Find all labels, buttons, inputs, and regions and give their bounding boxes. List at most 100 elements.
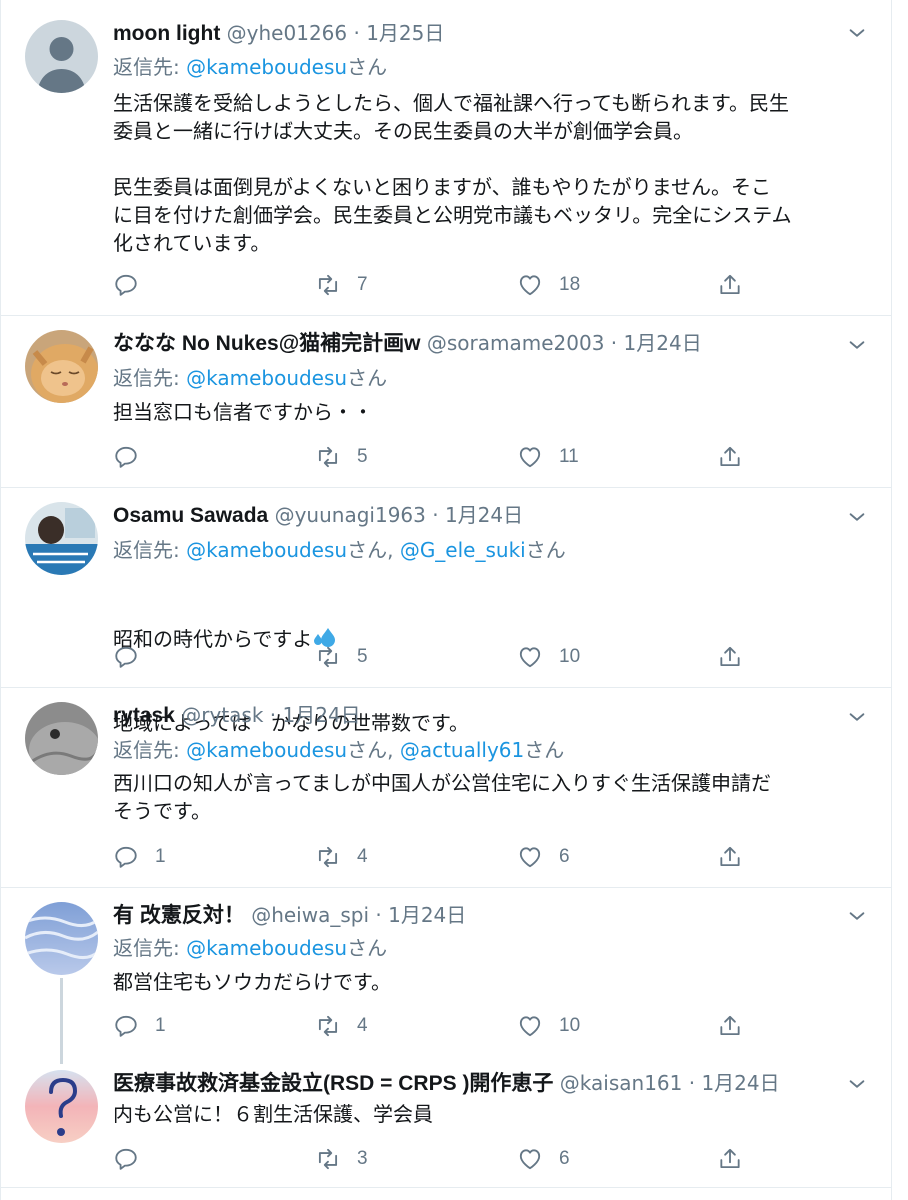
- user-handle[interactable]: @yuunagi1963: [275, 503, 426, 527]
- tweet-date[interactable]: 1月24日: [283, 703, 361, 727]
- share-button[interactable]: [717, 842, 743, 872]
- share-icon: [717, 844, 743, 870]
- avatar[interactable]: [25, 702, 98, 775]
- retweet-button[interactable]: 7: [315, 270, 368, 300]
- tweet-date[interactable]: 1月24日: [445, 503, 523, 527]
- like-icon: [517, 272, 543, 298]
- photo-avatar-image: [25, 702, 98, 775]
- user-handle[interactable]: @soramame2003: [427, 331, 605, 355]
- tweet[interactable]: rytask @rytask · 1月24日 返信先: @kameboudesu…: [1, 688, 892, 888]
- tweet[interactable]: 医療事故救済基金設立(RSD = CRPS )開作恵子 @kaisan161 ·…: [1, 1058, 892, 1188]
- share-button[interactable]: [717, 1144, 743, 1174]
- chevron-down-icon[interactable]: [846, 506, 868, 528]
- sky-avatar-image: [25, 902, 98, 975]
- like-icon: [517, 644, 543, 670]
- like-icon: [517, 1013, 543, 1039]
- avatar[interactable]: [25, 902, 98, 975]
- avatar[interactable]: [25, 330, 98, 403]
- retweet-icon: [315, 644, 341, 670]
- tweet-date[interactable]: 1月24日: [624, 331, 702, 355]
- user-handle[interactable]: @kaisan161: [560, 1071, 683, 1095]
- share-icon: [717, 1146, 743, 1172]
- like-icon: [517, 444, 543, 470]
- default-avatar-icon: [25, 20, 98, 93]
- share-button[interactable]: [717, 442, 743, 472]
- display-name[interactable]: 医療事故救済基金設立(RSD = CRPS )開作恵子: [113, 1072, 553, 1095]
- like-button[interactable]: 10: [517, 1011, 580, 1041]
- display-name[interactable]: rytask: [113, 704, 175, 727]
- reply-to-label: 返信先:: [113, 538, 187, 562]
- tweet-date[interactable]: 1月24日: [701, 1071, 779, 1095]
- share-button[interactable]: [717, 270, 743, 300]
- reply-icon: [113, 844, 139, 870]
- reply-button[interactable]: [113, 1144, 155, 1174]
- reply-to-line: 返信先: @kameboudesuさん, @actually61さん: [113, 735, 564, 765]
- share-button[interactable]: [717, 1011, 743, 1041]
- tweet-date[interactable]: 1月24日: [388, 903, 466, 927]
- retweet-count: 5: [357, 646, 368, 667]
- reply-icon: [113, 1146, 139, 1172]
- reply-count: 1: [155, 1015, 166, 1036]
- tweet[interactable]: ななな No Nukes@猫補完計画w @soramame2003 · 1月24…: [1, 316, 892, 488]
- separator-dot: ·: [263, 703, 283, 727]
- like-button[interactable]: 11: [517, 442, 579, 472]
- reply-button[interactable]: 1: [113, 1011, 166, 1041]
- chevron-down-icon[interactable]: [846, 1073, 868, 1095]
- share-button[interactable]: [717, 642, 743, 672]
- like-count: 10: [559, 646, 581, 667]
- display-name[interactable]: moon light: [113, 22, 220, 45]
- mention-link[interactable]: @actually61: [400, 738, 524, 762]
- avatar[interactable]: [25, 502, 98, 575]
- retweet-button[interactable]: 4: [315, 1011, 368, 1041]
- like-button[interactable]: 6: [517, 842, 570, 872]
- display-name[interactable]: ななな No Nukes@猫補完計画w: [113, 332, 421, 355]
- mention-link[interactable]: @G_ele_suki: [400, 538, 526, 562]
- mention-link[interactable]: @kameboudesu: [186, 55, 347, 79]
- reply-button[interactable]: [113, 270, 155, 300]
- reply-button[interactable]: 1: [113, 842, 166, 872]
- reply-to-line: 返信先: @kameboudesuさん: [113, 933, 387, 963]
- tweet[interactable]: 有 改憲反対！ @heiwa_spi · 1月24日 返信先: @kamebou…: [1, 888, 892, 1058]
- avatar[interactable]: [25, 1070, 98, 1143]
- separator-dot: ·: [369, 903, 389, 927]
- chevron-down-icon[interactable]: [846, 905, 868, 927]
- retweet-button[interactable]: 5: [315, 642, 368, 672]
- share-icon: [717, 644, 743, 670]
- reply-button[interactable]: [113, 442, 155, 472]
- retweet-count: 7: [357, 274, 368, 295]
- like-button[interactable]: 6: [517, 1144, 570, 1174]
- mention-link[interactable]: @kameboudesu: [186, 366, 347, 390]
- share-icon: [717, 1013, 743, 1039]
- tweet-text: 内も公営に！６割生活保護、学会員: [113, 1102, 433, 1126]
- user-handle[interactable]: @heiwa_spi: [251, 903, 369, 927]
- like-button[interactable]: 10: [517, 642, 580, 672]
- display-name[interactable]: Osamu Sawada: [113, 504, 268, 527]
- tweet[interactable]: moon light @yhe01266 · 1月25日 返信先: @kameb…: [1, 0, 892, 316]
- avatar[interactable]: [25, 20, 98, 93]
- mention-link[interactable]: @kameboudesu: [186, 538, 347, 562]
- tweet-date[interactable]: 1月25日: [366, 21, 444, 45]
- separator-dot: ·: [604, 331, 624, 355]
- tweet-header: Osamu Sawada @yuunagi1963 · 1月24日: [113, 500, 832, 530]
- mention-link[interactable]: @kameboudesu: [186, 738, 347, 762]
- retweet-button[interactable]: 3: [315, 1144, 368, 1174]
- reply-button[interactable]: [113, 642, 155, 672]
- photo-avatar-image: [25, 502, 98, 575]
- chevron-down-icon[interactable]: [846, 334, 868, 356]
- reply-icon: [113, 1013, 139, 1039]
- display-name[interactable]: 有 改憲反対！: [113, 904, 245, 927]
- retweet-button[interactable]: 4: [315, 842, 368, 872]
- like-button[interactable]: 18: [517, 270, 580, 300]
- chevron-down-icon[interactable]: [846, 22, 868, 44]
- separator-dot: ·: [425, 503, 445, 527]
- user-handle[interactable]: @rytask: [181, 703, 263, 727]
- chevron-down-icon[interactable]: [846, 706, 868, 728]
- mention-link[interactable]: @kameboudesu: [186, 936, 347, 960]
- like-count: 18: [559, 274, 581, 295]
- tweet-text: 担当窓口も信者ですから・・: [113, 400, 373, 424]
- retweet-button[interactable]: 5: [315, 442, 368, 472]
- tweet-header: 有 改憲反対！ @heiwa_spi · 1月24日: [113, 900, 832, 930]
- like-icon: [517, 1146, 543, 1172]
- user-handle[interactable]: @yhe01266: [227, 21, 347, 45]
- tweet[interactable]: Osamu Sawada @yuunagi1963 · 1月24日 返信先: @…: [1, 488, 892, 735]
